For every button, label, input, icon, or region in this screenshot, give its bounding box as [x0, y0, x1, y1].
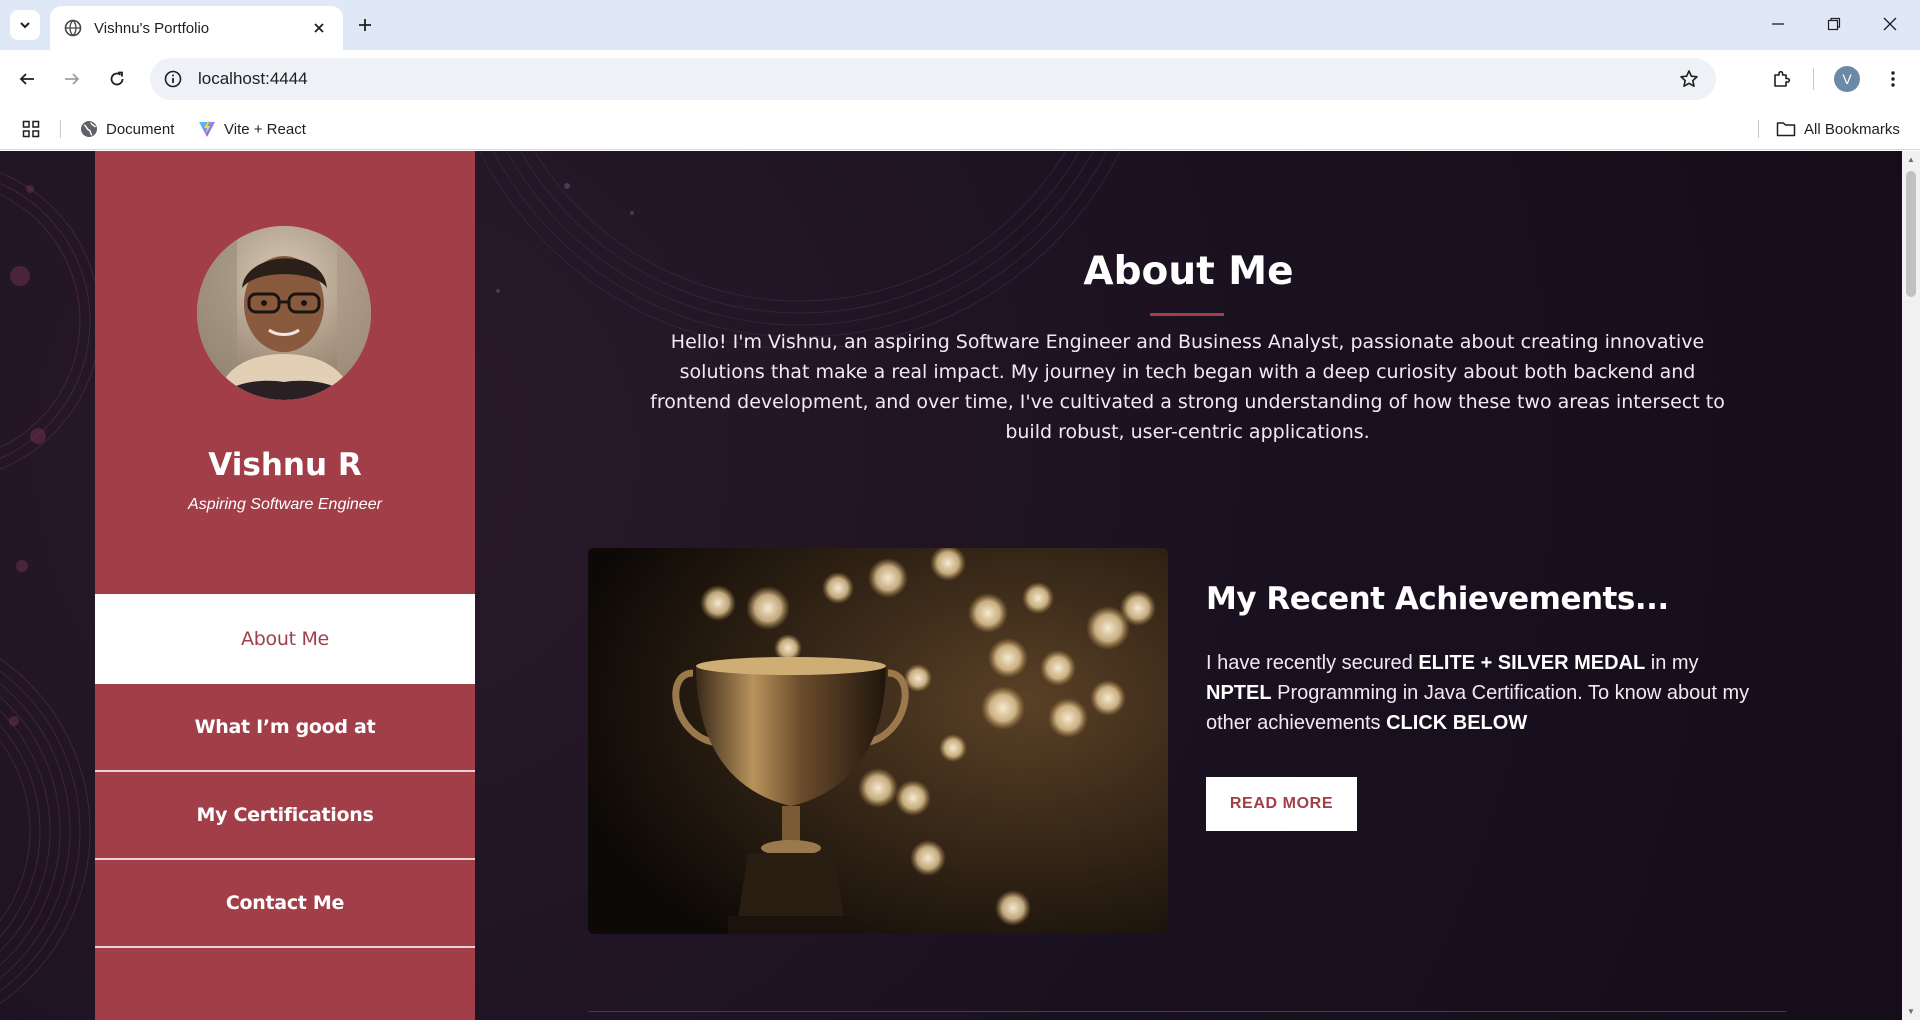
sidebar-item-contact[interactable]: Contact Me [95, 860, 475, 948]
star-icon [1680, 70, 1698, 87]
sidebar-item-about-me[interactable]: About Me [95, 594, 475, 684]
restore-button[interactable] [1806, 0, 1862, 48]
achievements-text: I have recently secured ELITE + SILVER M… [1206, 648, 1766, 738]
vite-icon [199, 121, 215, 137]
achievements-highlight: ELITE + SILVER MEDAL [1418, 652, 1646, 674]
section-title: About Me [1083, 249, 1294, 294]
achievements-highlight: NPTEL [1206, 682, 1272, 704]
all-bookmarks-label: All Bookmarks [1804, 120, 1900, 138]
title-underline [1150, 313, 1224, 316]
extensions-button[interactable] [1765, 62, 1799, 96]
bookmarks-divider [1758, 120, 1759, 138]
bookmark-star-button[interactable] [1676, 66, 1702, 92]
reload-icon [110, 71, 124, 86]
browser-toolbar: localhost:4444 V [0, 50, 1920, 108]
apps-grid-icon [22, 120, 40, 138]
bookmark-label: Document [106, 120, 175, 138]
bookmark-vite-react[interactable]: Vite + React [198, 117, 306, 141]
bookmark-document[interactable]: Document [80, 117, 174, 141]
achievements-highlight: CLICK BELOW [1386, 712, 1528, 734]
toolbar-divider [1813, 68, 1814, 90]
globe-icon [81, 121, 97, 137]
new-tab-button[interactable] [350, 10, 380, 40]
trophy-image [588, 548, 1168, 934]
scroll-thumb[interactable] [1906, 171, 1916, 297]
browser-tab-bar: Vishnu's Portfolio [0, 0, 1920, 50]
scroll-down-arrow-icon[interactable]: ▼ [1906, 1006, 1916, 1016]
forward-button[interactable] [55, 62, 89, 96]
folder-icon [1776, 122, 1796, 137]
tab-search-button[interactable] [10, 10, 40, 40]
chevron-down-icon [20, 22, 30, 29]
close-tab-icon[interactable] [307, 16, 331, 40]
scroll-up-arrow-icon[interactable]: ▲ [1906, 154, 1916, 164]
restore-icon [1827, 17, 1841, 31]
close-window-button[interactable] [1862, 0, 1918, 48]
close-icon [1883, 17, 1897, 31]
puzzle-icon [1774, 70, 1791, 87]
plus-icon [359, 19, 371, 31]
achievements-text-part: in my [1645, 652, 1699, 674]
bookmarks-divider [60, 120, 61, 138]
section-divider [588, 1011, 1786, 1012]
achievements-title: My Recent Achievements... [1206, 581, 1669, 617]
kebab-menu-icon [1891, 71, 1895, 87]
url-text[interactable]: localhost:4444 [198, 69, 1716, 89]
all-bookmarks-button[interactable]: All Bookmarks [1776, 117, 1900, 141]
achievements-text-part: I have recently secured [1206, 652, 1419, 674]
profile-role: Aspiring Software Engineer [188, 496, 382, 513]
site-info-icon[interactable] [164, 70, 182, 88]
tab-title: Vishnu's Portfolio [94, 19, 210, 37]
active-tab[interactable]: Vishnu's Portfolio [50, 6, 343, 50]
read-more-button[interactable]: READ MORE [1206, 777, 1357, 831]
minimize-button[interactable] [1750, 0, 1806, 48]
apps-button[interactable] [22, 117, 40, 141]
profile-name: Vishnu R [208, 447, 362, 483]
page-scrollbar[interactable]: ▲ ▼ [1902, 151, 1920, 1020]
profile-photo [197, 226, 371, 400]
sidebar: Vishnu R Aspiring Software Engineer Abou… [95, 151, 475, 1020]
bookmarks-bar: Document Vite + React All Bookmarks [0, 108, 1920, 150]
reload-button[interactable] [100, 62, 134, 96]
arrow-left-icon [19, 73, 34, 85]
about-paragraph: Hello! I'm Vishnu, an aspiring Software … [650, 331, 1725, 443]
address-bar[interactable]: localhost:4444 [150, 58, 1716, 100]
sidebar-nav: About Me What I’m good at My Certificati… [95, 594, 475, 948]
arrow-right-icon [65, 73, 80, 85]
globe-icon [64, 19, 82, 37]
browser-menu-button[interactable] [1876, 62, 1910, 96]
minimize-icon [1772, 23, 1784, 25]
page-viewport: Vishnu R Aspiring Software Engineer Abou… [0, 151, 1920, 1020]
sidebar-item-skills[interactable]: What I’m good at [95, 684, 475, 772]
bookmark-label: Vite + React [224, 120, 306, 138]
sidebar-item-certifications[interactable]: My Certifications [95, 772, 475, 860]
back-button[interactable] [10, 62, 44, 96]
profile-avatar-button[interactable]: V [1834, 66, 1860, 92]
